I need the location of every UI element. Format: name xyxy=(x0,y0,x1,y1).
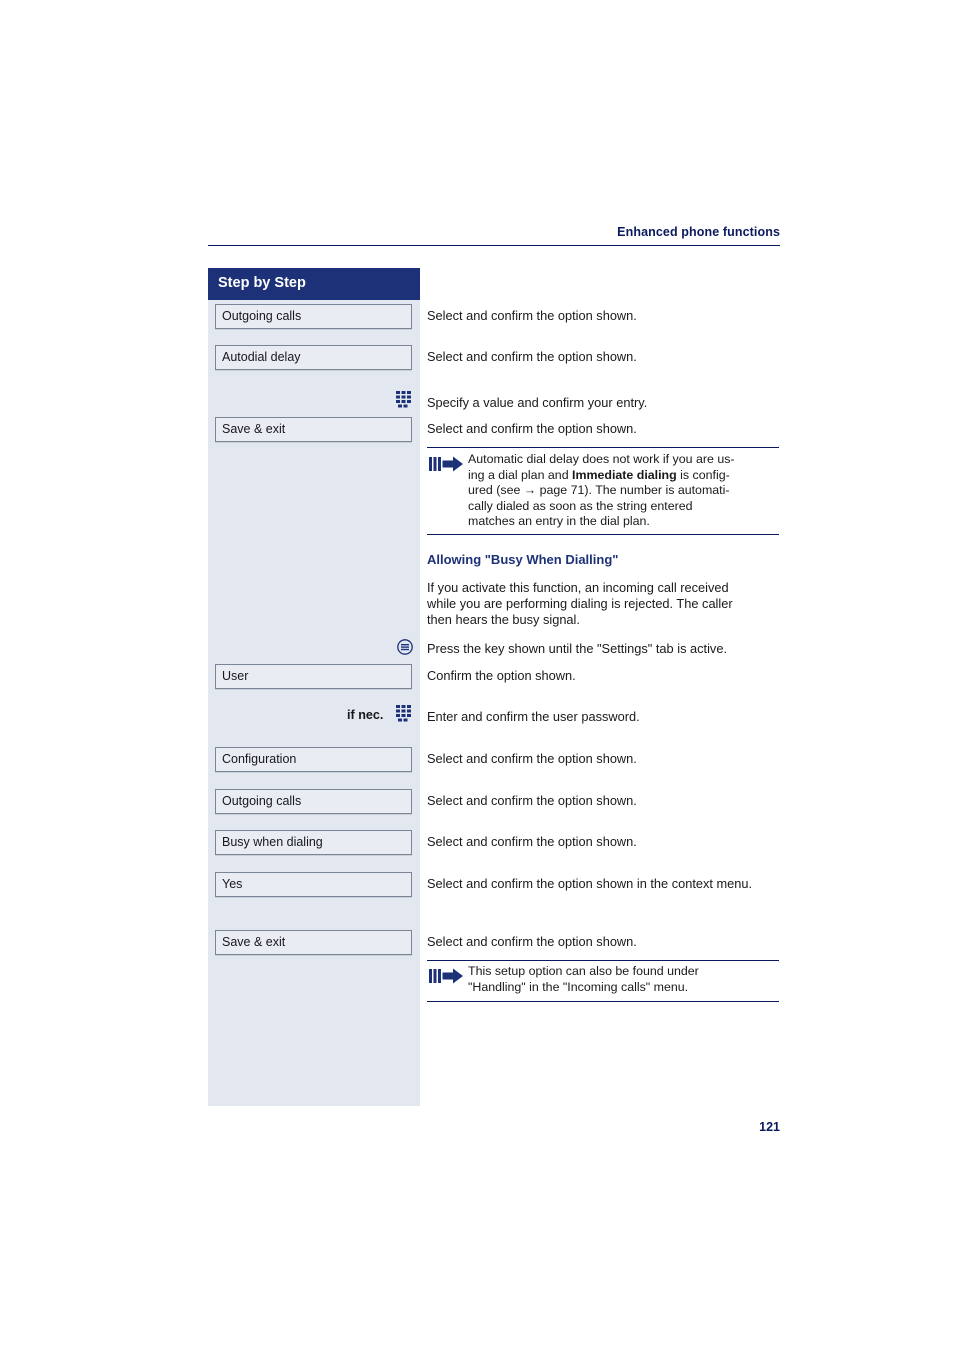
document-page: Enhanced phone functions Step by Step Ou… xyxy=(0,0,954,1351)
menu-item-save-and-exit-2[interactable]: Save & exit xyxy=(215,930,412,955)
note-2-text: This setup option can also be found unde… xyxy=(468,964,780,995)
note-2-line-2: "Handling" in the "Incoming calls" menu. xyxy=(468,979,689,994)
note-2-top-divider xyxy=(427,960,779,961)
note-1-top-divider xyxy=(427,447,779,448)
note-1-line-2c: is config- xyxy=(676,467,730,482)
note-2-bottom-divider xyxy=(427,1001,779,1002)
note-1-line-3: ured (see → page 71). The number is auto… xyxy=(468,483,730,498)
step-text-4: Select and confirm the option shown. xyxy=(427,421,637,436)
menu-item-configuration[interactable]: Configuration xyxy=(215,747,412,772)
menu-key-icon xyxy=(397,639,413,655)
page-number: 121 xyxy=(759,1120,780,1134)
step-text-6: Confirm the option shown. xyxy=(427,668,576,683)
header-divider xyxy=(208,245,780,246)
note-1-line-2a: ing a dial plan and xyxy=(468,467,573,482)
note-arrow-icon-1 xyxy=(429,456,463,473)
section-paragraph: If you activate this function, an incomi… xyxy=(427,580,779,628)
section-paragraph-line-3: then hears the busy signal. xyxy=(427,612,580,627)
section-heading: Allowing "Busy When Dialling" xyxy=(427,552,619,567)
note-1-line-5: matches an entry in the dial plan. xyxy=(468,514,650,529)
menu-item-outgoing-calls-2[interactable]: Outgoing calls xyxy=(215,789,412,814)
section-paragraph-line-1: If you activate this function, an incomi… xyxy=(427,580,729,595)
menu-item-outgoing-calls-1[interactable]: Outgoing calls xyxy=(215,304,412,329)
menu-item-busy-when-dialing[interactable]: Busy when dialing xyxy=(215,830,412,855)
step-text-10: Select and confirm the option shown. xyxy=(427,834,637,849)
menu-item-yes[interactable]: Yes xyxy=(215,872,412,897)
note-1-text: Automatic dial delay does not work if yo… xyxy=(468,452,780,530)
step-text-2: Select and confirm the option shown. xyxy=(427,349,637,364)
step-text-11: Select and confirm the option shown in t… xyxy=(427,876,753,891)
menu-item-autodial-delay[interactable]: Autodial delay xyxy=(215,345,412,370)
keypad-icon-1 xyxy=(396,391,411,408)
note-1-line-4: cally dialed as soon as the string enter… xyxy=(468,498,693,513)
section-paragraph-line-2: while you are performing dialing is reje… xyxy=(427,596,733,611)
step-text-9: Select and confirm the option shown. xyxy=(427,793,637,808)
note-1-bottom-divider xyxy=(427,534,779,535)
step-text-1: Select and confirm the option shown. xyxy=(427,308,637,323)
menu-item-user[interactable]: User xyxy=(215,664,412,689)
step-text-12: Select and confirm the option shown. xyxy=(427,934,637,949)
step-text-5: Press the key shown until the "Settings"… xyxy=(427,641,728,656)
step-text-7: Enter and confirm the user password. xyxy=(427,709,640,724)
step-text-3: Specify a value and confirm your entry. xyxy=(427,395,648,410)
keypad-icon-2 xyxy=(396,705,411,722)
note-1-line-2b: Immediate dialing xyxy=(572,467,677,482)
note-1-line-1: Automatic dial delay does not work if yo… xyxy=(468,452,735,466)
step-text-8: Select and confirm the option shown. xyxy=(427,751,637,766)
note-2-line-1: This setup option can also be found unde… xyxy=(468,964,699,978)
menu-item-save-and-exit-1[interactable]: Save & exit xyxy=(215,417,412,442)
note-arrow-icon-2 xyxy=(429,968,463,985)
page-header-title: Enhanced phone functions xyxy=(617,225,780,239)
sidebar-title: Step by Step xyxy=(218,275,306,291)
if-nec-label: if nec. xyxy=(347,708,384,722)
sidebar-title-bar: Step by Step xyxy=(208,268,420,300)
